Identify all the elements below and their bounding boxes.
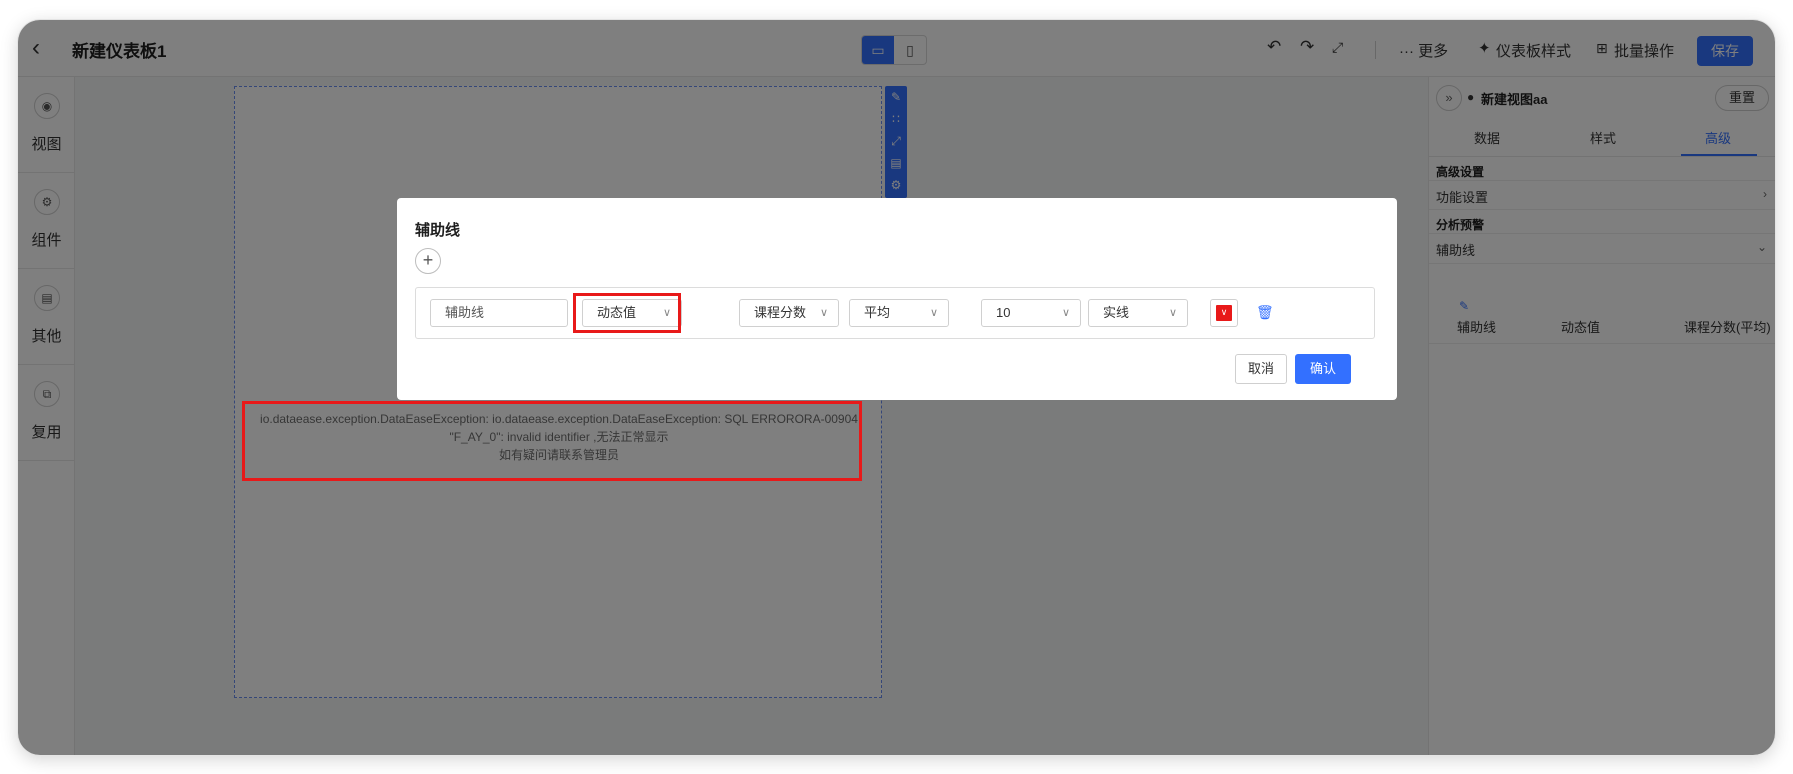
line-width-select[interactable]: 10 ∨	[981, 299, 1081, 327]
error-highlight-box	[242, 401, 862, 481]
line-style-value: 实线	[1103, 305, 1130, 320]
line-name-value: 辅助线	[445, 305, 485, 320]
dialog-title: 辅助线	[415, 222, 461, 239]
add-icon[interactable]: +	[415, 248, 441, 274]
cancel-button[interactable]: 取消	[1235, 354, 1287, 384]
chevron-down-icon: ∨	[819, 307, 828, 319]
field-select[interactable]: 课程分数 ∨	[739, 299, 839, 327]
confirm-button[interactable]: 确认	[1295, 354, 1351, 384]
field-select-value: 课程分数	[754, 305, 807, 320]
app-window: ‹ 新建仪表板1 ▭ ▯ ↶ ↷ ⤢ ··· 更多 ✦ 仪表板样式 ⊞ 批量操作…	[18, 20, 1775, 755]
type-highlight-box	[573, 293, 681, 333]
chevron-down-icon: ∨	[1061, 307, 1070, 319]
line-name-input[interactable]: 辅助线	[430, 299, 568, 327]
trash-icon[interactable]: 🗑︎	[1256, 304, 1274, 321]
chevron-down-icon: ∨	[929, 307, 938, 319]
chevron-down-icon: ∨	[1168, 307, 1177, 319]
chevron-down-icon: ∨	[1216, 305, 1232, 321]
aggregation-select[interactable]: 平均 ∨	[849, 299, 949, 327]
line-style-select[interactable]: 实线 ∨	[1088, 299, 1188, 327]
line-width-value: 10	[996, 305, 1011, 320]
color-picker[interactable]: ∨	[1210, 299, 1238, 327]
aggregation-select-value: 平均	[864, 305, 891, 320]
auxiliary-line-row: 辅助线 动态值 ∨ 课程分数 ∨ 平均 ∨ 10 ∨ 实线 ∨ ∨ 🗑︎	[415, 287, 1375, 339]
auxiliary-line-dialog: 辅助线 + 辅助线 动态值 ∨ 课程分数 ∨ 平均 ∨ 10 ∨ 实线 ∨ ∨ …	[397, 198, 1397, 400]
